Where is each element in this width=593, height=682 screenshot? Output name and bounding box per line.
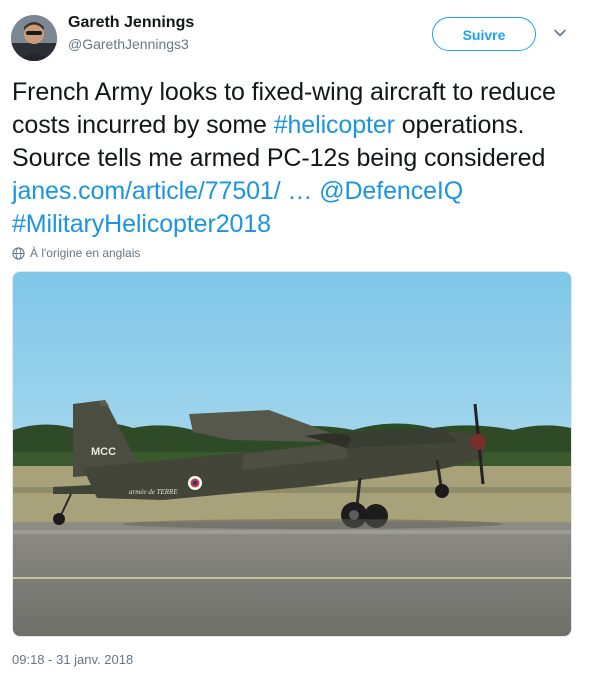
tail-code: MCC <box>91 446 116 458</box>
follow-button[interactable]: Suivre <box>432 17 536 51</box>
translation-notice[interactable]: À l'origine en anglais <box>12 244 140 262</box>
translation-label: À l'origine en anglais <box>30 246 141 260</box>
tweet-timestamp[interactable]: 09:18 - 31 janv. 2018 <box>12 652 133 667</box>
profile-photo-icon <box>11 15 57 61</box>
author-name[interactable]: Gareth Jennings <box>68 14 194 32</box>
tweet-header: Gareth Jennings @GarethJennings3 Suivre <box>0 0 593 72</box>
author-avatar[interactable] <box>11 15 57 61</box>
hashtag-militaryhelicopter2018[interactable]: #MilitaryHelicopter2018 <box>12 210 271 238</box>
article-link[interactable]: janes.com/article/77501/ … <box>12 177 312 205</box>
aircraft-photo-icon: MCC armée de TERRE <box>13 272 571 636</box>
tweet-media[interactable]: MCC armée de TERRE <box>12 271 572 637</box>
hashtag-helicopter[interactable]: #helicopter <box>274 111 395 139</box>
fuselage-text: armée de TERRE <box>129 488 178 496</box>
mention-defenceiq[interactable]: @DefenceIQ <box>319 177 463 205</box>
chevron-down-icon[interactable] <box>553 26 567 40</box>
author-handle[interactable]: @GarethJennings3 <box>68 36 189 52</box>
tweet-text: French Army looks to fixed-wing aircraft… <box>12 76 582 241</box>
globe-icon <box>12 246 25 260</box>
